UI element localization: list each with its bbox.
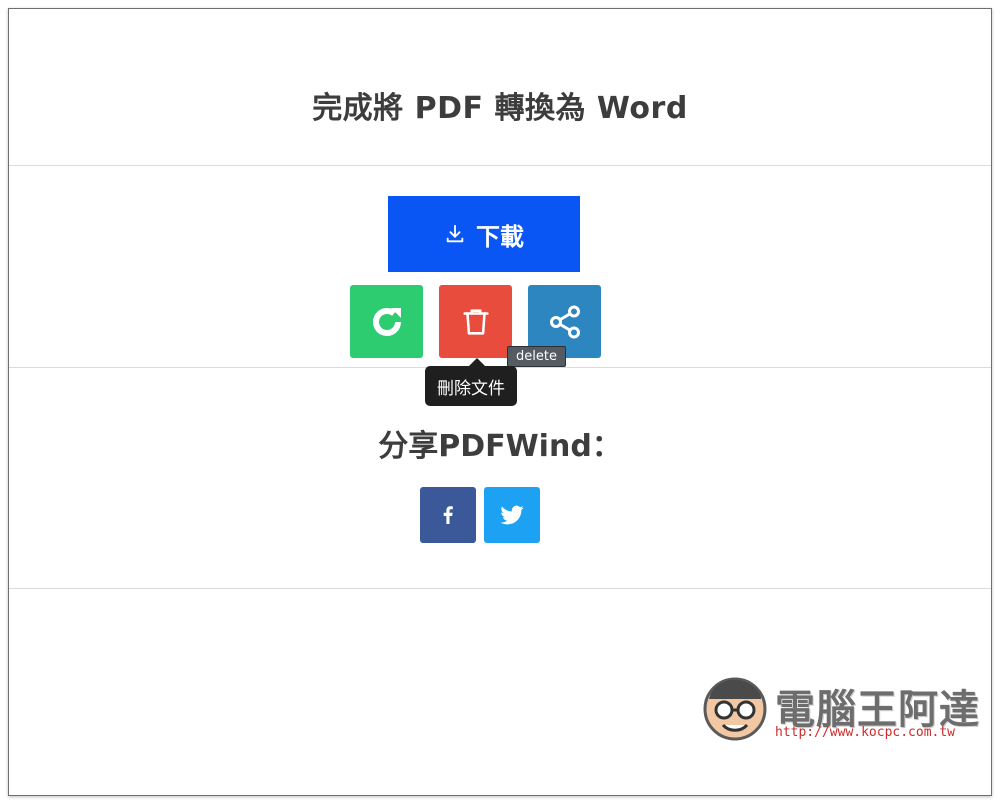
- delete-button[interactable]: [439, 285, 512, 358]
- mascot-icon: [703, 677, 767, 741]
- refresh-icon: [372, 307, 401, 336]
- delete-tooltip: 刪除文件: [425, 358, 517, 406]
- facebook-icon: [443, 506, 453, 524]
- trash-icon: [462, 308, 489, 335]
- download-button[interactable]: 下載: [388, 196, 580, 272]
- share-heading: 分享PDFWind：: [378, 429, 622, 464]
- share-icon: [549, 305, 580, 338]
- native-tooltip: delete: [507, 346, 566, 367]
- twitter-share-button[interactable]: [484, 487, 540, 543]
- download-icon: [446, 224, 464, 243]
- watermark: 電腦王阿達 http://www.kocpc.com.tw: [697, 669, 979, 749]
- download-label: 下載: [476, 222, 524, 251]
- divider: [9, 165, 991, 166]
- page-title: 完成將 PDF 轉換為 Word: [312, 91, 688, 126]
- divider: [9, 588, 991, 589]
- watermark-url: http://www.kocpc.com.tw: [775, 725, 956, 740]
- dialog-frame: 完成將 PDF 轉換為 Word 下載 delete 刪除文件 分享PDFWin…: [8, 8, 992, 796]
- facebook-share-button[interactable]: [420, 487, 476, 543]
- redo-button[interactable]: [350, 285, 423, 358]
- twitter-icon: [500, 505, 524, 525]
